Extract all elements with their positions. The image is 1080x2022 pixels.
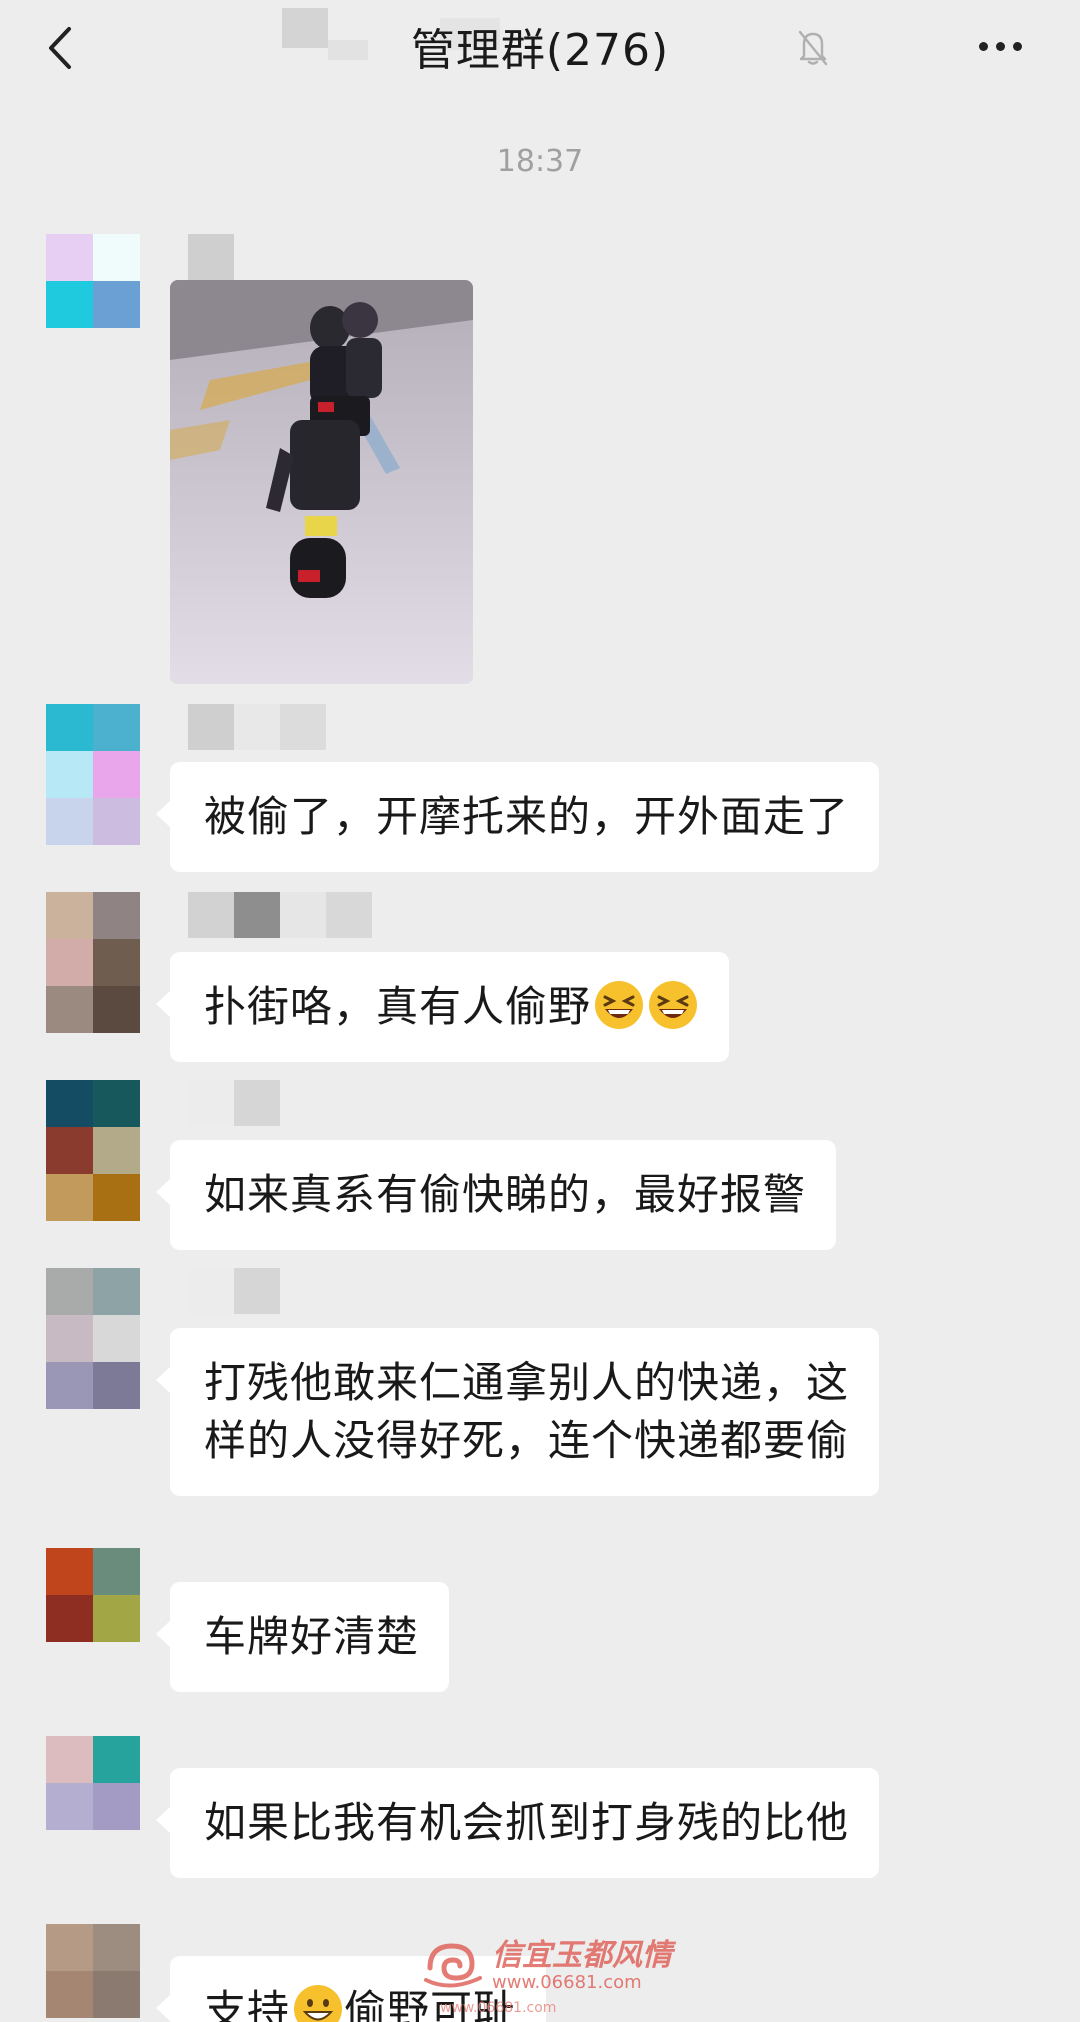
watermark-url-small: www.06681.com xyxy=(440,2000,557,2016)
watermark-url: www.06681.com xyxy=(492,1972,642,1993)
more-dots-icon xyxy=(978,41,988,51)
more-dot xyxy=(1012,41,1022,51)
message-bubble[interactable]: 扑街咯，真有人偷野 xyxy=(155,952,730,1062)
avatar[interactable] xyxy=(46,234,140,328)
message-text-prefix: 支持 xyxy=(204,1986,291,2022)
sender-name-blurred xyxy=(188,892,372,938)
message-text-line: 打残他敢来仁通拿别人的快递，这 xyxy=(204,1358,850,1407)
sender-name-blurred xyxy=(188,234,234,280)
avatar[interactable] xyxy=(46,1924,140,2018)
message-bubble[interactable]: 车牌好清楚 xyxy=(155,1582,450,1692)
avatar[interactable] xyxy=(46,1548,140,1642)
more-options-button[interactable] xyxy=(970,26,1030,66)
message-bubble[interactable]: 如果比我有机会抓到打身残的比他 xyxy=(155,1768,880,1878)
more-dot xyxy=(995,41,1005,51)
avatar[interactable] xyxy=(46,704,140,845)
message-bubble[interactable]: 打残他敢来仁通拿别人的快递，这 样的人没得好死，连个快递都要偷 xyxy=(155,1328,880,1496)
title-container: 管理群(276) xyxy=(0,14,1080,78)
message-timestamp: 18:37 xyxy=(496,144,584,179)
sender-name-blurred xyxy=(188,704,326,750)
message-bubble[interactable]: 如来真系有偷快睇的，最好报警 xyxy=(155,1140,837,1250)
grinning-squint-icon xyxy=(649,981,698,1029)
photo-motorcycle-thief xyxy=(170,280,473,684)
chat-screen: 管理群(276) 18:37 被偷了，开摩托来的，开外面走了 扑街咯，真有人偷野… xyxy=(0,0,1080,2022)
chat-image[interactable] xyxy=(170,280,473,684)
watermark-brand: 信宜玉都风情 xyxy=(492,1938,672,1973)
message-bubble[interactable]: 被偷了，开摩托来的，开外面走了 xyxy=(155,762,880,872)
chat-header: 管理群(276) xyxy=(0,0,1080,100)
avatar[interactable] xyxy=(46,1736,140,1830)
message-text: 扑街咯，真有人偷野 xyxy=(204,982,592,1031)
watermark-logo-icon xyxy=(424,1943,482,1988)
message-text: 如来真系有偷快睇的，最好报警 xyxy=(204,1170,807,1219)
avatar[interactable] xyxy=(46,1268,140,1409)
message-text: 车牌好清楚 xyxy=(204,1612,420,1661)
page-title: 管理群(276) xyxy=(410,25,670,76)
message-text: 如果比我有机会抓到打身残的比他 xyxy=(204,1798,850,1847)
message-text-line: 样的人没得好死，连个快递都要偷 xyxy=(204,1416,850,1465)
bell-off-icon xyxy=(798,30,828,66)
grinning-icon xyxy=(294,1985,343,2022)
avatar[interactable] xyxy=(46,1080,140,1221)
grinning-squint-icon xyxy=(595,981,644,1029)
avatar[interactable] xyxy=(46,892,140,1033)
sender-name-blurred xyxy=(188,1080,280,1126)
message-text: 被偷了，开摩托来的，开外面走了 xyxy=(204,792,850,841)
sender-name-blurred xyxy=(188,1268,280,1314)
watermark: 信宜玉都风情 www.06681.com www.06681.com xyxy=(420,1928,680,2018)
